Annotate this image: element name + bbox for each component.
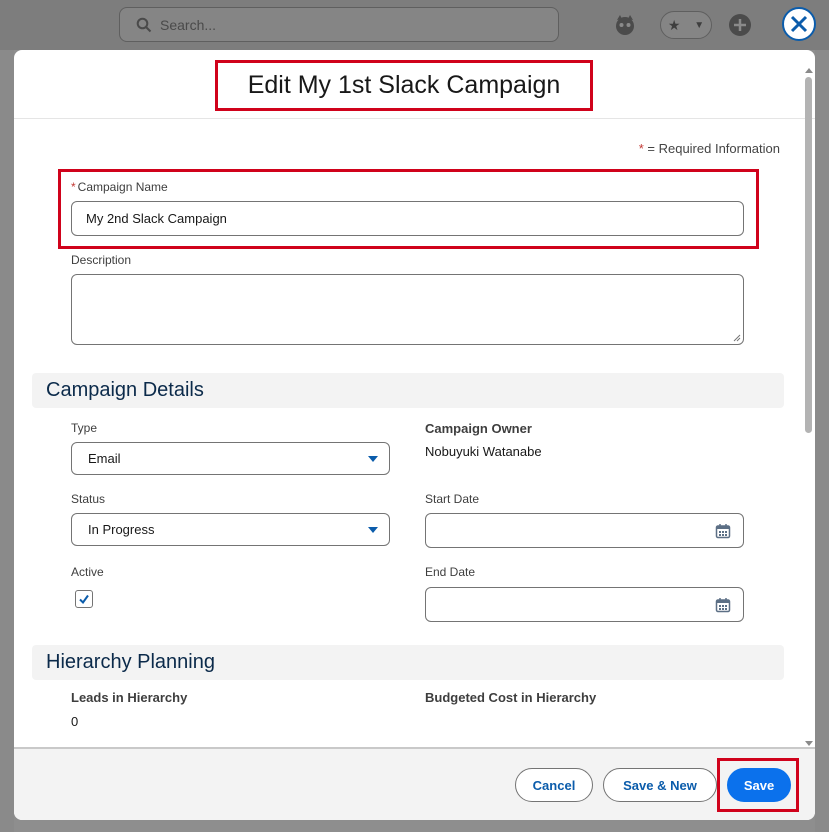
required-star: * (638, 141, 644, 156)
hierarchy-planning-title: Hierarchy Planning (46, 651, 215, 673)
start-date-input[interactable] (425, 513, 744, 548)
required-information-text: = Required Information (647, 141, 780, 156)
close-icon (790, 15, 808, 33)
modal-scrollbar[interactable] (803, 68, 813, 746)
campaign-owner-label: Campaign Owner (425, 421, 532, 436)
modal-title-text: Edit My 1st Slack Campaign (247, 71, 561, 99)
search-placeholder: Search... (160, 16, 217, 33)
search-icon (136, 17, 152, 32)
scroll-up-arrow-icon[interactable] (805, 68, 813, 73)
active-checkbox[interactable] (75, 590, 93, 608)
calendar-icon[interactable] (715, 523, 731, 539)
campaign-name-input[interactable]: My 2nd Slack Campaign (71, 201, 744, 236)
type-label: Type (71, 421, 98, 435)
budgeted-cost-in-hierarchy-label: Budgeted Cost in Hierarchy (425, 690, 597, 705)
modal-body: * = Required Information * Campaign Name … (14, 120, 815, 747)
global-search-input: Search... (119, 7, 559, 42)
cancel-button[interactable]: Cancel (515, 768, 593, 802)
campaign-name-label-text: Campaign Name (77, 180, 168, 194)
modal-footer: Cancel Save & New Save (14, 747, 815, 820)
status-value: In Progress (88, 522, 155, 537)
modal-header: Edit My 1st Slack Campaign (14, 50, 815, 119)
status-select[interactable]: In Progress (71, 513, 390, 546)
save-and-new-button[interactable]: Save & New (603, 768, 717, 802)
type-value: Email (88, 451, 121, 466)
chevron-down-icon: ▼ (694, 19, 705, 31)
chevron-down-icon (368, 527, 378, 533)
end-date-input[interactable] (425, 587, 744, 622)
type-select[interactable]: Email (71, 442, 390, 475)
status-label: Status (71, 492, 106, 506)
calendar-icon[interactable] (715, 597, 731, 613)
leads-in-hierarchy-label: Leads in Hierarchy (71, 690, 188, 705)
modal-title: Edit My 1st Slack Campaign (215, 60, 593, 111)
scrollbar-thumb[interactable] (805, 77, 812, 433)
background-right-edge (815, 50, 829, 832)
resize-grip-icon[interactable] (733, 334, 741, 342)
scroll-down-arrow-icon[interactable] (805, 741, 813, 746)
trailhead-icon (616, 15, 634, 35)
save-button[interactable]: Save (727, 768, 791, 802)
add-icon (729, 14, 751, 36)
description-textarea[interactable] (71, 274, 744, 345)
campaign-name-value: My 2nd Slack Campaign (86, 211, 227, 226)
required-information-legend: * = Required Information (639, 141, 780, 156)
chevron-down-icon (368, 456, 378, 462)
campaign-owner-value[interactable]: Nobuyuki Watanabe (425, 444, 542, 459)
required-star: * (71, 180, 76, 194)
active-label: Active (71, 565, 104, 579)
hierarchy-planning-section-header[interactable]: Hierarchy Planning (32, 645, 784, 680)
star-icon: ★ (667, 16, 681, 33)
campaign-details-title: Campaign Details (46, 379, 204, 401)
campaign-name-label: * Campaign Name (71, 180, 168, 194)
campaign-details-section-header[interactable]: Campaign Details (32, 373, 784, 408)
end-date-label: End Date (425, 565, 476, 579)
close-modal-button[interactable] (782, 7, 816, 41)
edit-campaign-modal: Edit My 1st Slack Campaign * = Required … (14, 50, 815, 820)
description-label: Description (71, 253, 132, 267)
background-left-edge (0, 50, 14, 832)
leads-in-hierarchy-value: 0 (71, 714, 79, 729)
checkmark-icon (79, 594, 89, 605)
start-date-label: Start Date (425, 492, 480, 506)
favorites-button: ★ ▼ (660, 11, 712, 39)
